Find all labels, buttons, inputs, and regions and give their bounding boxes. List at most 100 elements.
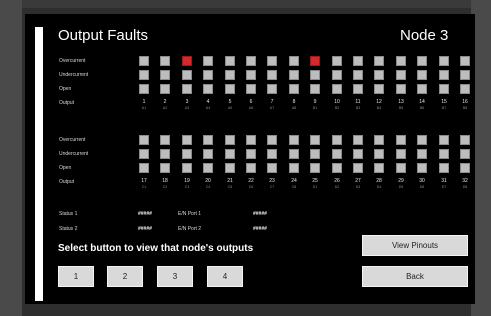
overcurrent-indicator-2 [160, 56, 170, 66]
undercurrent-indicator-19 [182, 149, 192, 159]
output-number: 25 [312, 178, 318, 184]
open-indicator-31 [439, 163, 449, 173]
undercurrent-label-bank2: Undercurrent [59, 151, 89, 157]
output-channel-code: B4 [376, 106, 382, 110]
output-number: 11 [355, 99, 361, 105]
overcurrent-indicator-12 [374, 56, 384, 66]
overcurrent-indicator-32 [460, 135, 470, 145]
output-number: 13 [398, 99, 404, 105]
undercurrent-indicator-5 [225, 70, 235, 80]
undercurrent-indicator-28 [374, 149, 384, 159]
output-channel-code: D7 [441, 185, 447, 189]
open-indicator-6 [246, 84, 256, 94]
output-channel-code: D8 [462, 185, 468, 189]
node-4-button[interactable]: 4 [207, 266, 243, 287]
open-indicator-32 [460, 163, 470, 173]
open-indicator-14 [417, 84, 427, 94]
output-number: 28 [376, 178, 382, 184]
open-indicator-18 [160, 163, 170, 173]
undercurrent-indicator-7 [267, 70, 277, 80]
back-button[interactable]: Back [362, 266, 468, 287]
output-channel-code: B1 [312, 106, 318, 110]
output-label: Output [59, 100, 75, 106]
output-number: 5 [228, 99, 232, 105]
output-channel-code: C2 [162, 185, 168, 189]
overcurrent-indicator-17 [139, 135, 149, 145]
open-indicator-10 [332, 84, 342, 94]
node-3-button[interactable]: 3 [157, 266, 193, 287]
output-channel-code: A1 [141, 106, 147, 110]
undercurrent-indicator-30 [417, 149, 427, 159]
overcurrent-indicator-29 [396, 135, 406, 145]
output-channel-code: C4 [205, 185, 211, 189]
undercurrent-indicator-16 [460, 70, 470, 80]
open-indicator-8 [289, 84, 299, 94]
output-channel-code: D3 [355, 185, 361, 189]
open-indicator-21 [225, 163, 235, 173]
undercurrent-indicator-25 [310, 149, 320, 159]
output-channel-code: D1 [312, 185, 318, 189]
open-indicator-26 [332, 163, 342, 173]
output-number: 3 [185, 99, 189, 105]
output-channel-code: A6 [248, 106, 254, 110]
open-indicator-7 [267, 84, 277, 94]
output-channel-code: B8 [462, 106, 468, 110]
undercurrent-indicator-9 [310, 70, 320, 80]
open-indicator-28 [374, 163, 384, 173]
node-2-button[interactable]: 2 [107, 266, 143, 287]
undercurrent-indicator-1 [139, 70, 149, 80]
open-indicator-11 [353, 84, 363, 94]
output-number: 32 [462, 178, 468, 184]
output-channel-code: D4 [376, 185, 382, 189]
page-title: Output Faults [58, 27, 149, 44]
output-number: 12 [376, 99, 382, 105]
overcurrent-indicator-10 [332, 56, 342, 66]
output-number: 2 [163, 99, 167, 105]
overcurrent-indicator-28 [374, 135, 384, 145]
node-select-prompt: Select button to view that node's output… [58, 243, 254, 254]
output-channel-code: C1 [141, 185, 147, 189]
open-indicator-1 [139, 84, 149, 94]
open-indicator-22 [246, 163, 256, 173]
open-indicator-30 [417, 163, 427, 173]
output-number: 19 [184, 178, 190, 184]
overcurrent-indicator-1 [139, 56, 149, 66]
undercurrent-indicator-12 [374, 70, 384, 80]
overcurrent-indicator-31 [439, 135, 449, 145]
undercurrent-label: Undercurrent [59, 72, 89, 78]
output-number: 27 [355, 178, 361, 184]
overcurrent-indicator-30 [417, 135, 427, 145]
output-number: 4 [206, 99, 210, 105]
view-pinouts-button[interactable]: View Pinouts [362, 235, 468, 256]
overcurrent-indicator-16 [460, 56, 470, 66]
undercurrent-indicator-4 [203, 70, 213, 80]
status2-label: Status 2 [59, 226, 78, 232]
output-number: 23 [269, 178, 275, 184]
output-channel-code: D6 [419, 185, 425, 189]
screen-edge-bar [35, 27, 43, 301]
undercurrent-indicator-6 [246, 70, 256, 80]
undercurrent-indicator-8 [289, 70, 299, 80]
overcurrent-indicator-25 [310, 135, 320, 145]
undercurrent-indicator-20 [203, 149, 213, 159]
undercurrent-indicator-32 [460, 149, 470, 159]
undercurrent-indicator-13 [396, 70, 406, 80]
overcurrent-indicator-26 [332, 135, 342, 145]
open-indicator-9 [310, 84, 320, 94]
output-number: 26 [334, 178, 340, 184]
undercurrent-indicator-18 [160, 149, 170, 159]
output-channel-code: A7 [269, 106, 275, 110]
overcurrent-indicator-19 [182, 135, 192, 145]
undercurrent-indicator-29 [396, 149, 406, 159]
output-label-bank2: Output [59, 179, 75, 185]
overcurrent-indicator-21 [225, 135, 235, 145]
output-number: 18 [162, 178, 168, 184]
node-1-button[interactable]: 1 [58, 266, 94, 287]
undercurrent-indicator-10 [332, 70, 342, 80]
output-channel-code: A2 [162, 106, 168, 110]
undercurrent-indicator-22 [246, 149, 256, 159]
undercurrent-indicator-3 [182, 70, 192, 80]
output-channel-code: B7 [441, 106, 447, 110]
output-channel-code: B2 [334, 106, 340, 110]
overcurrent-indicator-11 [353, 56, 363, 66]
